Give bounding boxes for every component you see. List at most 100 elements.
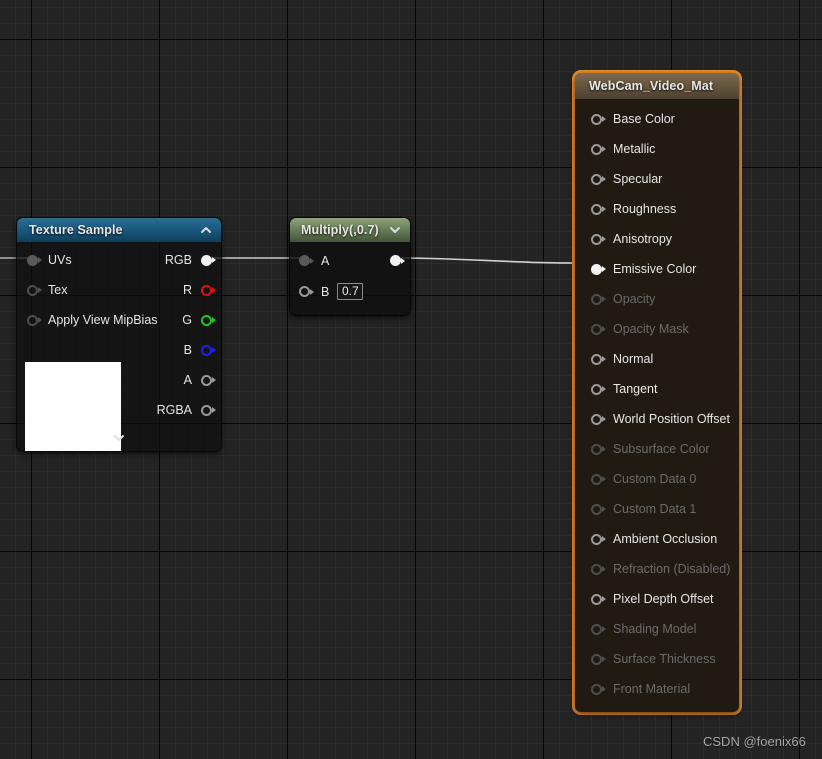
pin-pixel-depth-offset[interactable] bbox=[591, 593, 606, 605]
multiply-node-title: Multiply(,0.7) bbox=[301, 223, 379, 237]
pin-row-custom-data-0[interactable]: Custom Data 0 bbox=[575, 464, 739, 494]
pin-label-tangent: Tangent bbox=[613, 382, 658, 396]
texture-sample-node-title: Texture Sample bbox=[29, 223, 123, 237]
pin-row-tangent[interactable]: Tangent bbox=[575, 374, 739, 404]
pin-label-specular: Specular bbox=[613, 172, 663, 186]
pin-a[interactable] bbox=[201, 374, 216, 386]
pin-label-metallic: Metallic bbox=[613, 142, 656, 156]
pin-row-g[interactable]: G bbox=[141, 305, 221, 335]
pin-label-b: B bbox=[183, 343, 192, 357]
pin-row-pixel-depth-offset[interactable]: Pixel Depth Offset bbox=[575, 584, 739, 614]
chevron-up-icon[interactable] bbox=[199, 223, 213, 237]
pin-label-g: G bbox=[182, 313, 192, 327]
pin-surface-thickness[interactable] bbox=[591, 653, 606, 665]
pin-label-refraction: Refraction (Disabled) bbox=[613, 562, 731, 576]
pin-refraction[interactable] bbox=[591, 563, 606, 575]
pin-g[interactable] bbox=[201, 314, 216, 326]
texture-sample-expander[interactable] bbox=[17, 425, 221, 451]
pin-rgba[interactable] bbox=[201, 404, 216, 416]
pin-apply-view-mipbias[interactable] bbox=[27, 314, 42, 326]
pin-row-tex[interactable]: Tex bbox=[17, 275, 135, 305]
pin-multiply-a[interactable] bbox=[299, 255, 314, 266]
pin-rgb[interactable] bbox=[201, 254, 216, 266]
pin-tex[interactable] bbox=[27, 284, 42, 296]
pin-ambient-occlusion[interactable] bbox=[591, 533, 606, 545]
pin-row-surface-thickness[interactable]: Surface Thickness bbox=[575, 644, 739, 674]
pin-r[interactable] bbox=[201, 284, 216, 296]
pin-base-color[interactable] bbox=[591, 113, 606, 125]
pin-anisotropy[interactable] bbox=[591, 233, 606, 245]
pin-label-pixel-depth-offset: Pixel Depth Offset bbox=[613, 592, 714, 606]
pin-roughness[interactable] bbox=[591, 203, 606, 215]
watermark-text: CSDN @foenix66 bbox=[703, 734, 806, 749]
material-node-header[interactable]: WebCam_Video_Mat bbox=[575, 73, 739, 99]
pin-row-shading-model[interactable]: Shading Model bbox=[575, 614, 739, 644]
pin-row-multiply-b[interactable]: B 0.7 bbox=[290, 276, 410, 307]
pin-opacity-mask[interactable] bbox=[591, 323, 606, 335]
pin-row-front-material[interactable]: Front Material bbox=[575, 674, 739, 704]
pin-label-shading-model: Shading Model bbox=[613, 622, 697, 636]
wire-multiply-to-emissive bbox=[395, 257, 597, 264]
multiply-node-body: A B 0.7 bbox=[290, 242, 410, 315]
pin-emissive-color[interactable] bbox=[591, 263, 606, 275]
pin-custom-data-1[interactable] bbox=[591, 503, 606, 515]
pin-row-opacity[interactable]: Opacity bbox=[575, 284, 739, 314]
pin-row-a[interactable]: A bbox=[141, 365, 221, 395]
pin-row-anisotropy[interactable]: Anisotropy bbox=[575, 224, 739, 254]
pin-row-specular[interactable]: Specular bbox=[575, 164, 739, 194]
pin-b[interactable] bbox=[201, 344, 216, 356]
material-node-pin-list: Base Color Metallic Specular Roughness A… bbox=[575, 99, 739, 712]
pin-label-rgba: RGBA bbox=[156, 403, 192, 417]
pin-label-uvs: UVs bbox=[48, 253, 72, 267]
multiply-node-header[interactable]: Multiply(,0.7) bbox=[290, 218, 410, 242]
pin-row-uvs[interactable]: UVs bbox=[17, 245, 135, 275]
pin-row-ambient-occlusion[interactable]: Ambient Occlusion bbox=[575, 524, 739, 554]
pin-row-custom-data-1[interactable]: Custom Data 1 bbox=[575, 494, 739, 524]
pin-row-subsurface-color[interactable]: Subsurface Color bbox=[575, 434, 739, 464]
pin-row-opacity-mask[interactable]: Opacity Mask bbox=[575, 314, 739, 344]
pin-row-multiply-a[interactable]: A bbox=[290, 245, 410, 276]
pin-opacity[interactable] bbox=[591, 293, 606, 305]
pin-label-multiply-a: A bbox=[321, 253, 330, 268]
pin-front-material[interactable] bbox=[591, 683, 606, 695]
pin-specular[interactable] bbox=[591, 173, 606, 185]
material-graph-canvas[interactable]: WebCam_Video_Mat Base Color Metallic Spe… bbox=[0, 0, 822, 759]
material-output-node[interactable]: WebCam_Video_Mat Base Color Metallic Spe… bbox=[572, 70, 742, 715]
pin-label-multiply-b: B bbox=[321, 284, 330, 299]
pin-label-custom-data-0: Custom Data 0 bbox=[613, 472, 697, 486]
pin-row-emissive-color[interactable]: Emissive Color bbox=[575, 254, 739, 284]
chevron-down-icon[interactable] bbox=[388, 223, 402, 237]
texture-sample-node[interactable]: Texture Sample UVs Tex Apply View MipBia… bbox=[16, 217, 222, 452]
pin-row-refraction[interactable]: Refraction (Disabled) bbox=[575, 554, 739, 584]
pin-label-ambient-occlusion: Ambient Occlusion bbox=[613, 532, 718, 546]
pin-metallic[interactable] bbox=[591, 143, 606, 155]
pin-row-metallic[interactable]: Metallic bbox=[575, 134, 739, 164]
pin-label-tex: Tex bbox=[48, 283, 68, 297]
pin-custom-data-0[interactable] bbox=[591, 473, 606, 485]
texture-sample-node-header[interactable]: Texture Sample bbox=[17, 218, 221, 242]
pin-row-world-position-offset[interactable]: World Position Offset bbox=[575, 404, 739, 434]
pin-row-base-color[interactable]: Base Color bbox=[575, 104, 739, 134]
multiply-b-value-input[interactable]: 0.7 bbox=[337, 283, 364, 300]
pin-subsurface-color[interactable] bbox=[591, 443, 606, 455]
pin-tangent[interactable] bbox=[591, 383, 606, 395]
pin-label-surface-thickness: Surface Thickness bbox=[613, 652, 716, 666]
chevron-down-icon[interactable] bbox=[112, 431, 126, 445]
pin-label-rgb: RGB bbox=[164, 253, 192, 267]
pin-row-r[interactable]: R bbox=[141, 275, 221, 305]
pin-world-position-offset[interactable] bbox=[591, 413, 606, 425]
pin-row-b[interactable]: B bbox=[141, 335, 221, 365]
pin-multiply-b[interactable] bbox=[299, 286, 314, 297]
pin-label-a: A bbox=[183, 373, 192, 387]
pin-row-apply-view-mipbias[interactable]: Apply View MipBias bbox=[17, 305, 158, 335]
pin-row-roughness[interactable]: Roughness bbox=[575, 194, 739, 224]
pin-uvs[interactable] bbox=[27, 254, 42, 266]
texture-sample-outputs: RGB R G B A RGBA bbox=[141, 245, 221, 425]
pin-multiply-output[interactable] bbox=[390, 255, 405, 266]
multiply-node[interactable]: Multiply(,0.7) A B 0.7 bbox=[289, 217, 411, 316]
pin-row-normal[interactable]: Normal bbox=[575, 344, 739, 374]
pin-row-rgba[interactable]: RGBA bbox=[141, 395, 221, 425]
pin-shading-model[interactable] bbox=[591, 623, 606, 635]
pin-normal[interactable] bbox=[591, 353, 606, 365]
pin-row-rgb[interactable]: RGB bbox=[141, 245, 221, 275]
